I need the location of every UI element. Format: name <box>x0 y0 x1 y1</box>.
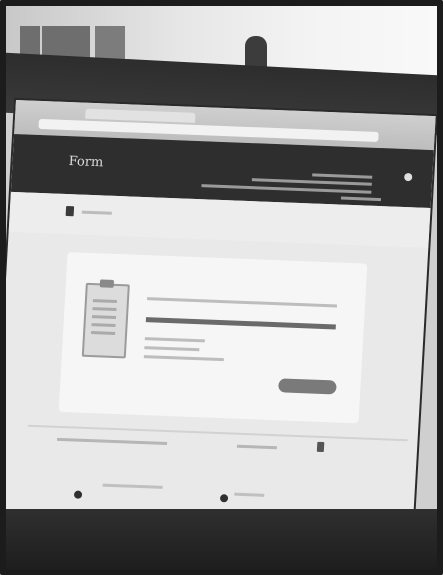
photo-frame <box>0 0 443 575</box>
photo: Form <box>0 0 443 575</box>
